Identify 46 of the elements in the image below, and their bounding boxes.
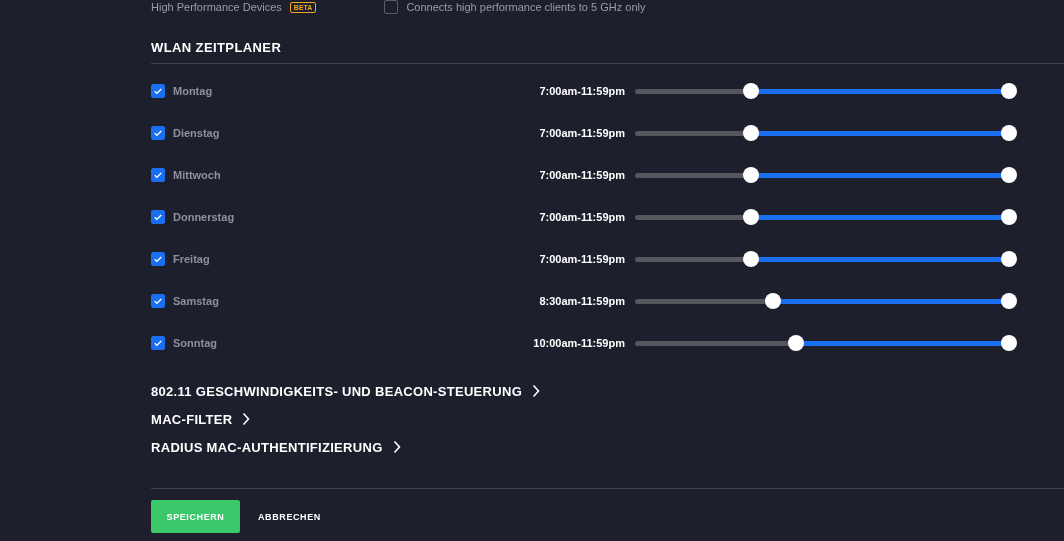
checkbox[interactable] [384,0,399,14]
time-range: 10:00am-11:59pm [532,337,625,349]
section-link[interactable]: 802.11 GESCHWINDIGKEITS- UND BEACON-STEUERUNG [151,382,541,400]
slider-thumb[interactable] [742,125,759,141]
slider-thumb[interactable] [742,167,759,183]
slider-thumb[interactable] [1001,209,1017,225]
chevron-icon [532,384,541,398]
day-label: Samstag [173,295,220,307]
slider-thumb[interactable] [742,251,759,267]
day-label: Montag [173,85,214,97]
slider-thumb[interactable] [1001,125,1017,141]
slider-thumb[interactable] [1001,335,1017,351]
chevron-icon [242,412,251,426]
slider-thumb[interactable] [765,293,782,309]
day-label: Mittwoch [173,169,222,181]
slider-thumb[interactable] [1001,293,1017,309]
day-label: Sonntag [173,337,218,349]
slider-thumb[interactable] [742,209,759,225]
checkbox[interactable] [151,210,165,224]
slider-thumb[interactable] [1001,83,1017,99]
day-label: Donnerstag [173,211,236,223]
slider-thumb[interactable] [742,83,759,99]
cancel-button[interactable]: ABBRECHEN [246,503,333,530]
time-range: 7:00am-11:59pm [538,169,625,181]
day-label: Dienstag [173,127,221,139]
time-range: 7:00am-11:59pm [538,127,625,139]
checkbox[interactable] [151,252,165,266]
time-range: 7:00am-11:59pm [538,211,625,223]
section-link[interactable]: MAC-FILTER [151,410,251,428]
checkbox[interactable] [151,294,165,308]
slider-thumb[interactable] [1001,251,1017,267]
checkbox[interactable] [151,126,165,140]
time-range: 7:00am-11:59pm [538,253,625,265]
section-title: WLAN ZEITPLANER [151,40,283,55]
slider-thumb[interactable] [787,335,804,351]
checkbox[interactable] [151,84,165,98]
time-range: 7:00am-11:59pm [538,85,625,97]
section-link[interactable]: RADIUS MAC-AUTHENTIFIZIERUNG [151,438,401,456]
checkbox[interactable] [151,336,165,350]
option-description: Connects high performance clients to 5 GHz only [406,1,646,13]
slider-thumb[interactable] [1001,167,1017,183]
time-range: 8:30am-11:59pm [538,295,625,307]
chevron-icon [392,440,401,454]
checkbox[interactable] [151,168,165,182]
day-label: Freitag [173,253,211,265]
option-label: High Performance Devices [151,1,282,13]
